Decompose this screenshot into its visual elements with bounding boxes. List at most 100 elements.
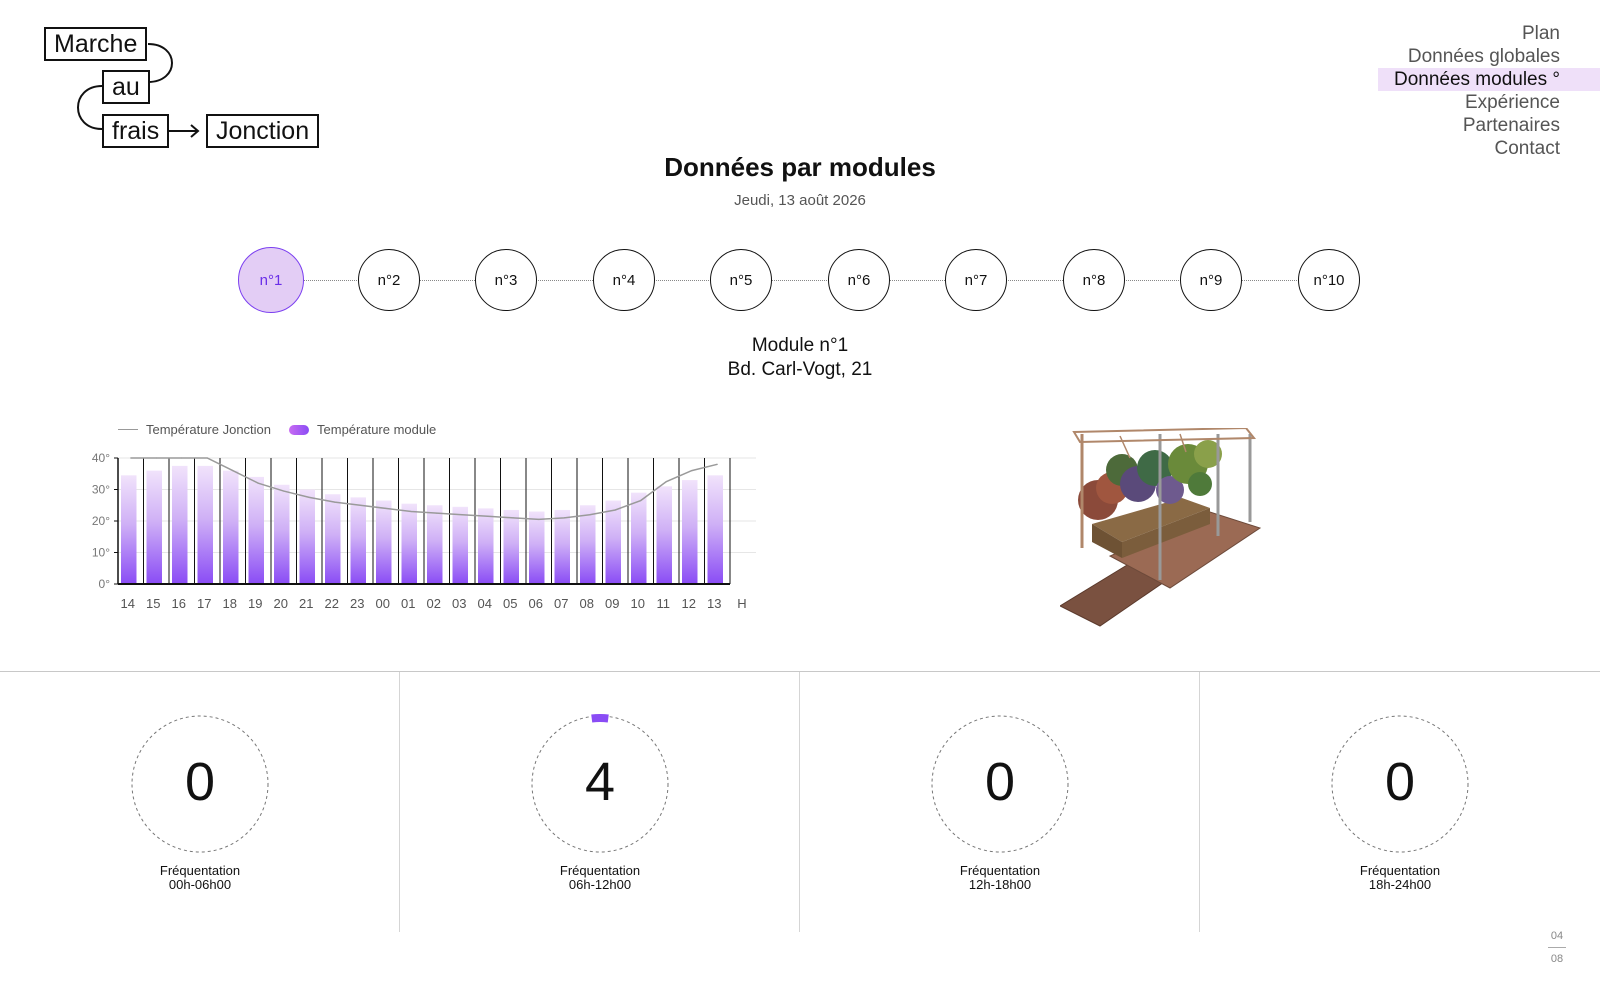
frequentation-label-3: Fréquentation 12h-18h00: [800, 864, 1200, 892]
jonction-temperature-point: [487, 515, 489, 517]
x-tick-label: 08: [580, 596, 594, 611]
jonction-temperature-point: [130, 457, 132, 459]
logo-word-jonction: Jonction: [206, 114, 320, 148]
jonction-temperature-point: [461, 514, 463, 516]
module-button-2[interactable]: n°2: [358, 249, 420, 311]
page-title: Données par modules: [664, 152, 936, 182]
jonction-temperature-point: [410, 510, 412, 513]
jonction-temperature-point: [308, 496, 310, 498]
temperature-bar: [707, 475, 723, 584]
temperature-chart: 0° 10° 20° 30° 40° 14 15 16 17 18 19 20 21 22 23 00 01 02…: [92, 451, 756, 611]
frequentation-title-2: Fréquentation: [559, 863, 641, 878]
x-tick-label: 13: [707, 596, 721, 611]
frequentation-panel-3: 0 Fréquentation 12h-18h00: [800, 672, 1200, 932]
logo[interactable]: Marche au frais Jonction: [40, 24, 340, 159]
nav-item-plan[interactable]: Plan: [1378, 22, 1560, 45]
temperature-bar: [350, 497, 366, 584]
legend-label-jonction: Température Jonction: [146, 422, 272, 437]
x-tick-label: 02: [427, 596, 441, 611]
temperature-bar: [325, 494, 341, 584]
module-button-8[interactable]: n°8: [1063, 249, 1125, 311]
x-axis-unit-label: H: [737, 596, 746, 611]
temperature-bar: [452, 506, 468, 584]
temperature-bar: [503, 509, 519, 584]
jonction-temperature-point: [385, 507, 387, 509]
module-button-4[interactable]: n°4: [593, 249, 655, 311]
frequentation-count-1: 0: [184, 752, 216, 812]
module-connector-line: [272, 280, 1327, 281]
logo-word-au: au: [102, 70, 150, 104]
chart-legend: Température Jonction Température module: [118, 422, 436, 437]
module-button-7[interactable]: n°7: [945, 249, 1007, 311]
jonction-temperature-point: [589, 514, 591, 516]
frequentation-title-4: Fréquentation: [1359, 863, 1441, 878]
nav-item-partenaires[interactable]: Partenaires: [1378, 114, 1560, 137]
frequentation-label-2: Fréquentation 06h-12h00: [400, 864, 800, 892]
jonction-temperature-point: [436, 512, 438, 514]
legend-bar-swatch: [289, 424, 310, 435]
temperature-bar: [605, 500, 621, 584]
temperature-bar: [554, 509, 570, 584]
temperature-bar: [631, 492, 647, 584]
frequentation-count-4: 0: [1384, 752, 1416, 812]
module-button-10[interactable]: n°10: [1298, 249, 1360, 311]
legend-line-swatch: [118, 429, 138, 430]
jonction-temperature-point: [640, 499, 642, 502]
frequentation-label-1: Fréquentation 00h-06h00: [0, 864, 400, 892]
page-indicator: 04 08: [1548, 930, 1566, 965]
main-nav: Plan Données globales Données modules ° …: [1377, 22, 1600, 160]
y-tick-label: 20°: [92, 514, 110, 528]
nav-item-experience[interactable]: Expérience: [1378, 91, 1560, 114]
x-tick-label: 22: [325, 596, 339, 611]
module-button-9[interactable]: n°9: [1180, 249, 1242, 311]
x-tick-label: 09: [605, 596, 619, 611]
jonction-temperature-point: [614, 509, 616, 511]
x-tick-label: 14: [121, 596, 135, 611]
x-tick-label: 23: [350, 596, 364, 611]
module-3d-illustration: [1060, 428, 1262, 627]
temperature-bar: [248, 476, 264, 584]
frequentation-range-1: 00h-06h00: [168, 877, 232, 892]
x-tick-label: 03: [452, 596, 466, 611]
jonction-temperature-point: [359, 504, 361, 506]
jonction-temperature-point: [538, 518, 540, 521]
frequentation-count-3: 0: [984, 752, 1016, 812]
temperature-bar: [427, 505, 443, 584]
frequentation-panel-4: 0 Fréquentation 18h-24h00: [1200, 672, 1600, 932]
module-button-1[interactable]: n°1: [238, 247, 304, 313]
jonction-temperature-point: [334, 501, 336, 503]
x-tick-label: 00: [376, 596, 390, 611]
x-tick-label: 20: [274, 596, 288, 611]
nav-item-donnees-modules[interactable]: Données modules °: [1377, 68, 1600, 91]
frequentation-panel-1: 0 Fréquentation 00h-06h00: [0, 672, 400, 932]
x-tick-label: 01: [401, 596, 415, 611]
logo-word-frais: frais: [102, 114, 170, 148]
nav-item-donnees-globales[interactable]: Données globales: [1378, 45, 1560, 68]
jonction-temperature-point: [206, 457, 208, 459]
frequentation-title-1: Fréquentation: [159, 863, 241, 878]
page-total: 08: [1550, 953, 1564, 965]
temperature-bar: [401, 503, 417, 584]
module-button-6[interactable]: n°6: [828, 249, 890, 311]
page-current: 04: [1550, 930, 1564, 942]
legend-label-module: Température module: [317, 422, 437, 437]
x-tick-label: 11: [657, 596, 671, 611]
temperature-bar: [172, 465, 188, 584]
jonction-temperature-point: [512, 517, 514, 519]
jonction-temperature-point: [716, 463, 718, 465]
y-tick-label: 0°: [99, 577, 111, 591]
module-button-3[interactable]: n°3: [475, 249, 537, 311]
legend-item-module: Température module: [289, 422, 436, 437]
x-tick-label: 05: [503, 596, 517, 611]
module-button-5[interactable]: n°5: [710, 249, 772, 311]
temperature-bar: [656, 486, 672, 584]
x-tick-label: 21: [299, 596, 313, 611]
x-tick-label: 16: [172, 596, 186, 611]
frequentation-label-4: Fréquentation 18h-24h00: [1200, 864, 1600, 892]
temperature-bar: [223, 470, 239, 584]
jonction-temperature-point: [232, 470, 234, 472]
x-tick-label: 10: [631, 596, 645, 611]
x-tick-label: 19: [248, 596, 262, 611]
frequentation-count-2: 4: [584, 752, 616, 812]
jonction-temperature-point: [563, 517, 565, 519]
